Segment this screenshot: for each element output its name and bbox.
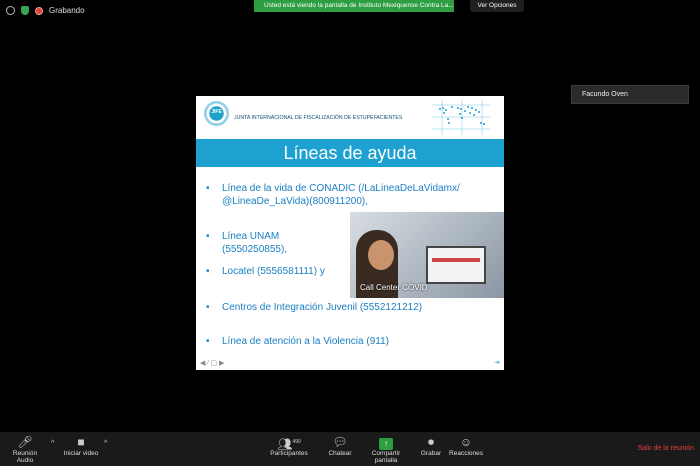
bullet-item: • Línea de atención a la Violencia (911) — [206, 335, 466, 348]
bullet-item: • Línea UNAM (5550250855), — [206, 230, 346, 256]
organization-name: JUNTA INTERNACIONAL DE FISCALIZACIÓN DE … — [234, 115, 403, 121]
chat-label: Chatear — [328, 450, 352, 457]
reactions-icon: ☺︎ — [459, 435, 473, 449]
bullet-text: Línea de atención a la Violencia (911) — [222, 336, 389, 347]
security-shield-icon[interactable] — [21, 6, 29, 15]
record-label: Grabar — [420, 450, 442, 457]
shared-slide: JIFE JUNTA INTERNACIONAL DE FISCALIZACIÓ… — [196, 96, 504, 370]
info-icon[interactable] — [6, 6, 15, 15]
audio-button[interactable]: 🎤︎ Reunión Audio — [4, 434, 46, 464]
recording-label: Grabando — [49, 6, 85, 15]
bullet-item: • Centros de Integración Juvenil (555212… — [206, 301, 466, 314]
share-screen-button[interactable]: ↑ Compartir pantalla — [360, 434, 412, 464]
slide-corner-icon: ⯮ — [494, 359, 500, 366]
bullet-item: • Línea de la vida de CONADIC (/LaLineaD… — [206, 182, 476, 208]
bullet-text: Línea de la vida de CONADIC (/LaLineaDeL… — [222, 183, 460, 207]
camera-off-icon: ■ — [77, 435, 85, 449]
bullet-glyph: • — [206, 336, 210, 347]
reactions-button[interactable]: ☺︎ Reacciones — [448, 434, 484, 457]
participants-icon: 👥︎499 — [277, 437, 301, 451]
slide-nav-controls[interactable]: ◀ ⁄ ▢ ▶ — [200, 359, 224, 367]
participants-count: 499 — [292, 439, 301, 445]
bullet-item: • Locatel (5556581111) y — [206, 265, 346, 278]
photo-monitor — [426, 246, 486, 284]
bullet-text: Línea UNAM (5550250855), — [222, 231, 288, 255]
video-label: Iniciar video — [63, 450, 99, 457]
audio-label: Reunión Audio — [12, 450, 38, 464]
photo-person-face — [368, 240, 394, 270]
bullet-glyph: • — [206, 302, 210, 313]
share-screen-label: Compartir pantalla — [371, 450, 401, 464]
bullet-text: Centros de Integración Juvenil (55521212… — [222, 302, 423, 313]
bullet-glyph: • — [206, 266, 210, 277]
record-icon: ⏺︎ — [427, 435, 434, 449]
bullet-glyph: • — [206, 231, 210, 242]
call-center-photo: Call Center COVID — [350, 212, 504, 298]
participants-label: Participantes — [270, 450, 308, 457]
chat-button[interactable]: 💬︎ Chatear — [326, 434, 354, 457]
record-button[interactable]: ⏺︎ Grabar — [418, 434, 444, 457]
audio-options-chevron-icon[interactable]: ^ — [51, 440, 54, 447]
screen-share-banner: Usted está viendo la pantalla de Institu… — [254, 0, 454, 12]
video-options-chevron-icon[interactable]: ^ — [104, 440, 107, 447]
recording-icon — [35, 6, 43, 15]
participants-button[interactable]: 👥︎499 Participantes — [268, 434, 310, 457]
slide-title: Líneas de ayuda — [196, 139, 504, 167]
world-map-graphic — [432, 99, 490, 135]
leave-meeting-button[interactable]: Salir de la reunión — [638, 445, 694, 452]
top-status-bar: Grabando — [6, 6, 85, 15]
view-options-button[interactable]: Ver Opciones — [470, 0, 524, 12]
photo-caption: Call Center COVID — [360, 283, 428, 292]
reactions-label: Reacciones — [449, 450, 483, 457]
participant-name: Facundo Oven — [582, 91, 628, 98]
microphone-muted-icon: 🎤︎ — [17, 435, 33, 449]
video-button[interactable]: ■ Iniciar video — [62, 434, 100, 457]
bullet-text: Locatel (5556581111) y — [222, 266, 325, 277]
jife-logo-text: JIFE — [211, 109, 222, 115]
chat-icon: 💬︎ — [332, 435, 348, 449]
meeting-toolbar: 🎤︎ Reunión Audio ^ ■ Iniciar video ^ 👥︎4… — [0, 432, 700, 466]
participant-video-tile[interactable]: Facundo Oven — [571, 85, 689, 104]
bullet-glyph: • — [206, 183, 210, 194]
share-screen-icon: ↑ — [360, 434, 412, 450]
